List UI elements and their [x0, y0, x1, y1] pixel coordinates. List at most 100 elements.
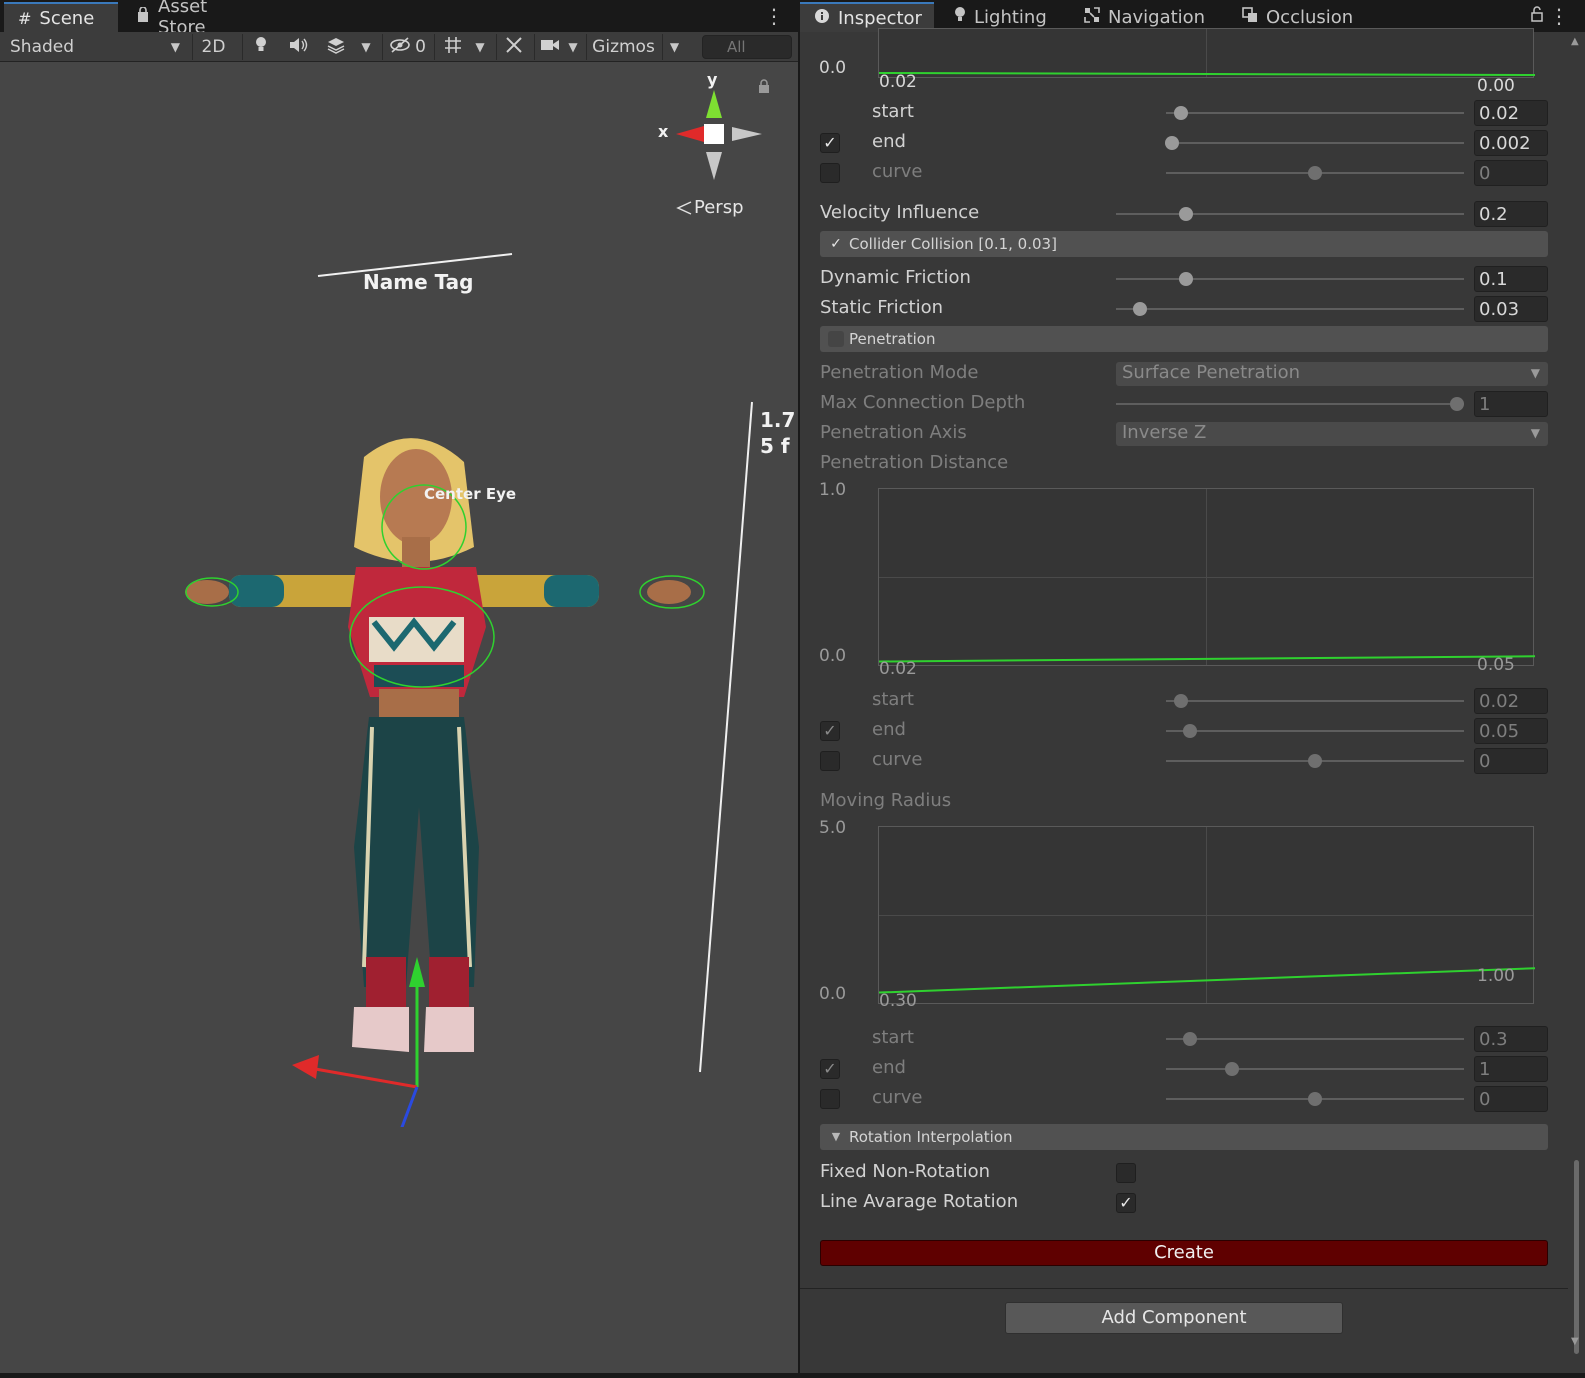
audio-toggle-button[interactable]: [280, 34, 316, 60]
rotation-interpolation-header[interactable]: ▼ Rotation Interpolation: [820, 1124, 1548, 1150]
collider-collision-header[interactable]: ✓ Collider Collision [0.1, 0.03]: [820, 231, 1548, 257]
gizmos-button[interactable]: Gizmos: [586, 34, 660, 60]
effects-toggle-button[interactable]: [318, 34, 354, 60]
velocity-influence-slider[interactable]: [1116, 213, 1464, 215]
pd-end-label: end: [872, 719, 906, 740]
lock-icon[interactable]: [758, 78, 770, 97]
static-friction-slider-knob[interactable]: [1133, 302, 1148, 316]
orientation-gizmo[interactable]: [654, 82, 774, 212]
mr-end-slider-knob[interactable]: [1224, 1062, 1239, 1076]
top-start-slider[interactable]: [1166, 112, 1464, 114]
effects-dropdown-button[interactable]: ▼: [356, 34, 376, 60]
top-end-slider[interactable]: [1166, 142, 1464, 144]
mr-end-row: ✓ end: [800, 1055, 1560, 1083]
max-connection-depth-field[interactable]: [1474, 391, 1548, 417]
line-average-rotation-checkbox[interactable]: ✓: [1116, 1193, 1136, 1213]
fixed-non-rotation-checkbox[interactable]: [1116, 1163, 1136, 1183]
scene-search-input[interactable]: [702, 35, 792, 59]
tab-scene[interactable]: # Scene: [4, 2, 118, 32]
scroll-up-icon[interactable]: ▲: [1571, 36, 1579, 47]
gizmo-center-cube[interactable]: [704, 124, 724, 144]
tab-asset-store[interactable]: Asset Store: [122, 0, 274, 38]
inspector-scrollbar[interactable]: ▲ ▼: [1568, 32, 1585, 1373]
top-end-field[interactable]: [1474, 130, 1548, 156]
penetration-checkbox[interactable]: [828, 331, 844, 347]
pd-end-field[interactable]: [1474, 718, 1548, 744]
shading-mode-dropdown[interactable]: Shaded ▼: [6, 34, 184, 60]
mr-start-field[interactable]: [1474, 1026, 1548, 1052]
scene-menu-kebab-icon[interactable]: ⋮: [764, 4, 784, 28]
shopping-bag-icon: [136, 5, 150, 28]
dynamic-friction-slider[interactable]: [1116, 278, 1464, 280]
velocity-influence-field[interactable]: [1474, 201, 1548, 227]
mr-curve-slider-knob[interactable]: [1308, 1092, 1322, 1106]
penetration-distance-graph[interactable]: [878, 488, 1535, 666]
top-curve-checkbox[interactable]: [820, 163, 840, 183]
top-end-slider-knob[interactable]: [1164, 136, 1179, 150]
mr-curve-field[interactable]: [1474, 1086, 1548, 1112]
pd-curve-slider-knob[interactable]: [1308, 754, 1322, 768]
scene-viewport[interactable]: y x Persp Name Tag 1.7 5 f Center Eye: [4, 62, 798, 1370]
projection-toggle[interactable]: Persp: [676, 197, 744, 218]
mr-start-slider-knob[interactable]: [1182, 1032, 1197, 1046]
mr-end-field[interactable]: [1474, 1056, 1548, 1082]
mr-start-slider[interactable]: [1166, 1038, 1464, 1040]
grid-dropdown-button[interactable]: ▼: [470, 34, 490, 60]
penetration-axis-dropdown[interactable]: Inverse Z ▼: [1116, 422, 1548, 446]
inspector-lock-icon[interactable]: [1531, 6, 1543, 26]
mr-end-slider[interactable]: [1166, 1068, 1464, 1070]
grid-toggle-button[interactable]: [434, 34, 470, 60]
max-connection-depth-slider-knob[interactable]: [1450, 397, 1465, 411]
dynamic-friction-row: Dynamic Friction: [800, 265, 1560, 293]
pd-curve-checkbox[interactable]: [820, 751, 840, 771]
mr-curve-checkbox[interactable]: [820, 1089, 840, 1109]
x-axis-cone[interactable]: [676, 126, 704, 142]
add-component-button[interactable]: Add Component: [1005, 1302, 1343, 1334]
dynamic-friction-slider-knob[interactable]: [1178, 272, 1193, 286]
moving-radius-graph[interactable]: [878, 826, 1535, 1004]
top-curve-slider-knob[interactable]: [1308, 166, 1322, 180]
velocity-influence-slider-knob[interactable]: [1178, 207, 1193, 221]
inspector-menu-kebab-icon[interactable]: ⋮: [1549, 4, 1569, 28]
y-axis-cone[interactable]: [706, 90, 722, 118]
top-start-slider-knob[interactable]: [1173, 106, 1188, 120]
foldout-triangle-icon[interactable]: ▼: [828, 1129, 844, 1145]
lighting-toggle-button[interactable]: [242, 34, 278, 60]
static-friction-slider[interactable]: [1116, 308, 1464, 310]
top-curve-graph[interactable]: [878, 28, 1535, 78]
neg-y-axis-cone[interactable]: [706, 152, 722, 180]
pd-end-slider[interactable]: [1166, 730, 1464, 732]
penetration-label: Penetration: [849, 330, 936, 348]
pd-end-checkbox[interactable]: ✓: [820, 721, 840, 741]
avatar-character[interactable]: [174, 427, 714, 1127]
camera-button[interactable]: [534, 34, 564, 60]
scene-visibility-button[interactable]: 0: [382, 34, 432, 60]
scene-tab-bar: # Scene Asset Store ⋮: [0, 0, 798, 38]
create-button[interactable]: Create: [820, 1240, 1548, 1266]
tools-button[interactable]: [496, 34, 530, 60]
mr-end-checkbox[interactable]: ✓: [820, 1059, 840, 1079]
max-connection-depth-slider[interactable]: [1116, 403, 1464, 405]
pd-end-slider-knob[interactable]: [1182, 724, 1197, 738]
hidden-count: 0: [415, 37, 426, 57]
axis-y-label: y: [707, 70, 718, 89]
dynamic-friction-field[interactable]: [1474, 266, 1548, 292]
top-end-checkbox[interactable]: ✓: [820, 133, 840, 153]
top-start-field[interactable]: [1474, 100, 1548, 126]
neg-x-axis-cone[interactable]: [732, 127, 762, 141]
pd-start-field[interactable]: [1474, 688, 1548, 714]
gizmos-dropdown-button[interactable]: ▼: [662, 34, 686, 60]
pd-start-slider[interactable]: [1166, 700, 1464, 702]
penetration-mode-dropdown[interactable]: Surface Penetration ▼: [1116, 362, 1548, 386]
collider-collision-checkbox[interactable]: ✓: [828, 236, 844, 252]
scroll-down-icon[interactable]: ▼: [1571, 1336, 1579, 1347]
static-friction-field[interactable]: [1474, 296, 1548, 322]
camera-dropdown-button[interactable]: ▼: [564, 34, 582, 60]
top-curve-field[interactable]: [1474, 160, 1548, 186]
scroll-thumb[interactable]: [1574, 1160, 1579, 1354]
penetration-header[interactable]: Penetration: [820, 326, 1548, 352]
chevron-down-icon: ▼: [1530, 366, 1540, 380]
toggle-2d-button[interactable]: 2D: [192, 34, 234, 60]
pd-start-slider-knob[interactable]: [1173, 694, 1188, 708]
pd-curve-field[interactable]: [1474, 748, 1548, 774]
